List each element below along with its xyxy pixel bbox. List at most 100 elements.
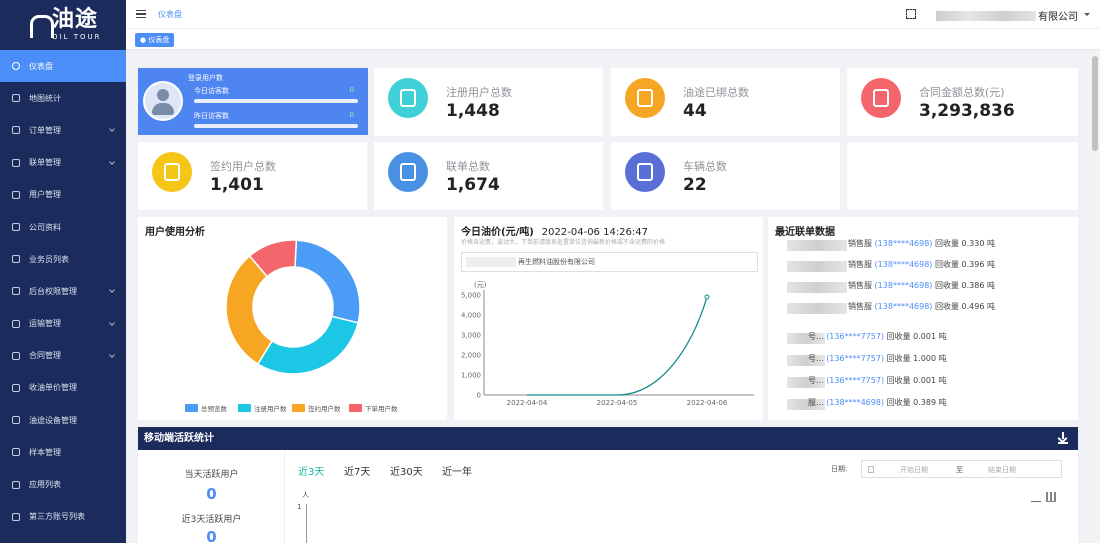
recent-row-phone: (138****4698) bbox=[874, 260, 933, 269]
sidebar-item-12[interactable]: 样本管理 bbox=[0, 436, 126, 468]
sidebar-item-11[interactable]: 油途设备管理 bbox=[0, 404, 126, 436]
scrollbar-thumb[interactable] bbox=[1092, 56, 1098, 151]
sidebar-item-6[interactable]: 业务员列表 bbox=[0, 243, 126, 275]
truck-icon bbox=[625, 152, 665, 192]
page-scrollbar[interactable] bbox=[1090, 50, 1100, 543]
yesterday-visitors-row: 昨日访客数 0 bbox=[194, 111, 354, 121]
tab-7-days[interactable]: 近7天 bbox=[344, 463, 370, 478]
recent-row[interactable]: 销售服 (138****4698) 回收量 0.386 吨 bbox=[848, 280, 995, 291]
stat-value: 3,293,836 bbox=[919, 101, 1015, 121]
recent-row-prefix: 号... bbox=[808, 354, 824, 363]
legend-swatch[interactable] bbox=[292, 404, 305, 412]
recent-row[interactable]: 号... (136****7757) 回收量 0.001 吨 bbox=[808, 375, 947, 386]
chevron-down-icon bbox=[109, 158, 115, 165]
sidebar-item-14[interactable]: 第三方账号列表 bbox=[0, 501, 126, 533]
stat-label: 签约用户总数 bbox=[210, 160, 276, 173]
legend-swatch[interactable] bbox=[238, 404, 251, 412]
recent-manifest-title: 最近联单数据 bbox=[775, 227, 835, 238]
today-visitors-bar bbox=[194, 99, 358, 103]
donut-slice-1[interactable] bbox=[256, 315, 360, 375]
company-dropdown[interactable]: 有限公司 bbox=[936, 8, 1078, 23]
recent-row[interactable]: 号... (136****7757) 回收量 0.001 吨 bbox=[808, 331, 947, 342]
donut-slice-0[interactable] bbox=[294, 239, 361, 324]
hamburger-icon[interactable] bbox=[136, 10, 146, 18]
recent-row[interactable]: 销售服 (138****4698) 回收量 0.396 吨 bbox=[848, 259, 995, 270]
mobile-activity-body: 当天活跃用户 0 近3天活跃用户 0 近3天 近7天 近30天 近一年 日期: … bbox=[138, 450, 1078, 543]
sidebar-item-7[interactable]: 后台权限管理 bbox=[0, 275, 126, 307]
download-icon[interactable] bbox=[1058, 432, 1068, 444]
recent-row-amount: 回收量 0.386 吨 bbox=[934, 281, 995, 290]
mobile-activity-title: 移动端活跃统计 bbox=[144, 433, 214, 444]
stat-card-0: 注册用户总数 1,448 bbox=[374, 68, 603, 136]
recent-row-phone: (138****4698) bbox=[874, 302, 933, 311]
sample-icon bbox=[12, 448, 20, 457]
sidebar-item-label: 应用列表 bbox=[29, 480, 61, 490]
tab-1-year[interactable]: 近一年 bbox=[442, 463, 472, 478]
x-tick-label: 2022-04-05 bbox=[597, 399, 638, 407]
stat-value: 44 bbox=[683, 101, 707, 121]
chevron-down-icon bbox=[109, 351, 115, 358]
avatar-icon bbox=[143, 81, 183, 121]
oil-price-point[interactable] bbox=[704, 294, 710, 300]
today-visitors-row: 今日访客数 0 bbox=[194, 86, 354, 96]
stat-card-1: 油途已绑总数 44 bbox=[611, 68, 840, 136]
sidebar-item-label: 联单管理 bbox=[29, 158, 61, 168]
bar-chart-icon[interactable] bbox=[1046, 492, 1056, 502]
start-date-input[interactable]: 开始日期 bbox=[900, 465, 928, 475]
logo-text: 油途 bbox=[52, 7, 99, 32]
exchange-icon bbox=[388, 152, 428, 192]
legend-label[interactable]: 总预览数 bbox=[201, 404, 228, 413]
tab-30-days[interactable]: 近30天 bbox=[390, 463, 423, 478]
sidebar-item-9[interactable]: 合同管理 bbox=[0, 340, 126, 372]
sidebar-item-2[interactable]: 订单管理 bbox=[0, 114, 126, 146]
sidebar-item-0[interactable]: 仪表盘 bbox=[0, 50, 126, 83]
breadcrumb[interactable]: 仪表盘 bbox=[158, 9, 182, 20]
company-suffix: 有限公司 bbox=[1038, 12, 1078, 23]
sidebar-item-4[interactable]: 用户管理 bbox=[0, 179, 126, 211]
today-visitors-value: 0 bbox=[349, 86, 354, 94]
sidebar-item-5[interactable]: 公司资料 bbox=[0, 211, 126, 243]
sidebar-item-13[interactable]: 应用列表 bbox=[0, 468, 126, 500]
three-day-active-label: 近3天活跃用户 bbox=[181, 515, 242, 525]
oil-line-chart: (元) 0 1,000 2,000 3,000 4,000 5,000 2022-04-04 2… bbox=[461, 281, 754, 407]
sidebar-item-8[interactable]: 运输管理 bbox=[0, 308, 126, 340]
recent-row-prefix: 号... bbox=[808, 332, 824, 341]
date-label: 日期: bbox=[831, 465, 848, 473]
line-chart-icon[interactable] bbox=[1031, 494, 1041, 502]
main-content: 登录用户数 今日访客数 0 昨日访客数 0 注册用户总数 1,448 油途已绑总数 44 合… bbox=[126, 50, 1100, 543]
stat-value: 22 bbox=[683, 175, 707, 195]
stat-card-4: 联单总数 1,674 bbox=[374, 142, 603, 210]
login-users-card: 登录用户数 今日访客数 0 昨日访客数 0 bbox=[138, 68, 368, 135]
caret-down-icon[interactable] bbox=[1084, 13, 1090, 19]
recent-row[interactable]: 号... (136****7757) 回收量 1.000 吨 bbox=[808, 353, 947, 364]
stat-card-3: 签约用户总数 1,401 bbox=[138, 142, 367, 210]
stat-label: 合同金额总数(元) bbox=[919, 86, 1005, 99]
permission-icon bbox=[12, 287, 20, 296]
recent-row-prefix: 服... bbox=[808, 398, 824, 407]
sidebar-item-10[interactable]: 收油单价管理 bbox=[0, 372, 126, 404]
legend-label[interactable]: 注册用户数 bbox=[254, 404, 287, 413]
legend-label[interactable]: 签约用户数 bbox=[308, 404, 341, 413]
legend-swatch[interactable] bbox=[185, 404, 198, 412]
end-date-input[interactable]: 结束日期 bbox=[988, 465, 1016, 475]
company-name-redacted bbox=[936, 10, 1036, 21]
recent-row-amount: 回收量 0.389 吨 bbox=[886, 398, 947, 407]
legend-label[interactable]: 下单用户数 bbox=[365, 404, 398, 413]
sidebar-item-label: 公司资料 bbox=[29, 222, 61, 232]
recent-manifest-card: 最近联单数据 销售服 (138****4698) 回收量 0.330 吨销售服 … bbox=[768, 217, 1078, 420]
recent-row[interactable]: 销售服 (138****4698) 回收量 0.330 吨 bbox=[848, 238, 995, 249]
tab-dashboard[interactable]: ● 仪表盘 bbox=[135, 33, 175, 47]
sidebar-item-1[interactable]: 地图统计 bbox=[0, 82, 126, 114]
recent-name-redacted bbox=[787, 282, 847, 293]
legend-swatch[interactable] bbox=[349, 404, 362, 412]
recent-row-prefix: 号... bbox=[808, 376, 824, 385]
recent-row[interactable]: 销售服 (138****4698) 回收量 0.496 吨 bbox=[848, 301, 995, 312]
manifest-icon bbox=[12, 158, 20, 167]
sidebar-item-3[interactable]: 联单管理 bbox=[0, 147, 126, 179]
tab-3-days[interactable]: 近3天 bbox=[298, 463, 324, 478]
date-range-picker[interactable]: 开始日期 至 结束日期 bbox=[861, 460, 1062, 478]
recent-row[interactable]: 服... (138****4698) 回收量 0.389 吨 bbox=[808, 397, 947, 408]
y-unit-label: (元) bbox=[474, 281, 487, 289]
fullscreen-icon[interactable] bbox=[906, 9, 916, 19]
logo-subtext: OIL TOUR bbox=[52, 33, 102, 41]
